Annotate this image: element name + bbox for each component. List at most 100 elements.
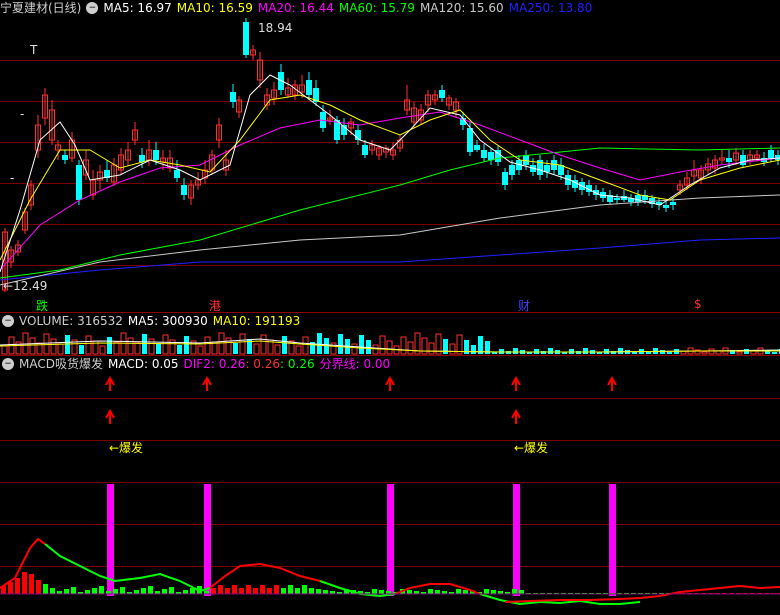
candle-body [740,155,746,165]
up-arrow-icon [607,375,617,391]
macd-histogram-bar [232,585,237,594]
macd-value-label: MACD: 0.05 [107,357,179,371]
candle-body [726,158,732,162]
volume-panel[interactable]: − VOLUME: 316532 MA5: 300930 MA10: 191193 [0,313,780,356]
candle-body [544,165,550,172]
macd-histogram-bar [141,588,146,594]
volume-bar [632,352,637,354]
volume-header: − VOLUME: 316532 MA5: 300930 MA10: 191193 [0,313,305,330]
up-arrow-icon [385,375,395,391]
volume-bar [43,333,50,355]
macd-histogram-bar [71,587,76,594]
up-arrow-icon [202,375,212,391]
volume-bar [379,335,386,355]
macd-histogram-bar [519,590,524,594]
macd-histogram-bar [22,572,27,594]
volume-bar [134,342,141,355]
macd-histogram-bar [246,585,251,594]
volume-bar [400,336,407,355]
volume-bar [156,344,161,354]
macd-histogram-bar [113,589,118,594]
macd-histogram-bar [428,589,433,594]
candle-body [775,155,780,160]
burst-label: ←爆发 [109,441,144,455]
macd-histogram-bar [211,588,216,594]
up-arrow-icon [511,408,521,424]
macd-histogram-bar [29,574,34,594]
burst-signal-bar [204,484,211,596]
macd-histogram-bar [134,590,139,594]
candle-body [181,185,187,195]
macd-histogram-bar [92,588,97,594]
volume-bar [569,349,574,354]
macd-histogram-bar [36,580,41,594]
volume-bar [282,336,287,354]
volume-bar [107,337,112,354]
ma5-label: MA5: 16.97 [103,1,172,15]
boundary-label: 分界线: 0.00 [319,357,391,371]
collapse-icon[interactable]: − [2,357,14,370]
volume-bar [736,351,743,355]
volume-bar [295,345,302,355]
macd-histogram-bar [316,589,321,594]
up-arrow-icon [105,408,115,424]
price-panel[interactable]: 宁夏建材(日线) − MA5: 16.97 MA10: 16.59 MA20: 16.4… [0,0,780,313]
macd-histogram-bar [379,590,384,594]
collapse-icon[interactable]: − [2,314,14,327]
dif2-label: DIF2: 0.26 [183,357,246,371]
volume-bar [583,348,588,354]
macd-indicator-name[interactable]: MACD吸货爆发 [19,357,103,371]
macd-histogram-bar [15,578,20,594]
candle-body [481,150,487,158]
ma250-label: MA250: 13.80 [508,1,593,15]
macd-histogram-bar [288,585,293,594]
volume-bar [660,350,665,354]
volume-label: VOLUME: 316532 [19,314,123,328]
t-mark: - [20,107,25,121]
volume-bar [99,345,106,355]
volume-bar [85,335,92,355]
price-chart-canvas[interactable] [0,0,780,313]
candle-body [153,150,159,160]
ma10-label: MA10: 16.59 [176,1,253,15]
macd-histogram-bar [99,586,104,594]
macd-histogram-bar [8,582,13,594]
volume-bar [29,337,36,355]
event-mark-die[interactable]: 跌 [36,297,48,313]
candle-body [174,170,180,178]
event-mark-dollar[interactable]: $ [694,297,702,311]
macd-histogram-bar [456,589,461,594]
candle-body [76,165,82,200]
macd-histogram-bar [463,590,468,594]
collapse-icon[interactable]: − [86,1,99,14]
macd-histogram-bar [85,590,90,594]
high-price-label: 18.94 [258,21,293,35]
volume-bar [148,338,155,355]
macd-histogram-bar [218,585,223,594]
volume-bar [57,343,64,355]
macd-chart-canvas[interactable] [0,356,780,615]
t-mark: - [10,171,15,185]
stock-title[interactable]: 宁夏建材(日线) [0,1,81,15]
burst-signal-bar [609,484,616,596]
candle-body [243,22,249,55]
macd-header: − MACD吸货爆发 MACD: 0.05 DIF2: 0.26: 0.26: 0.2… [0,356,395,373]
macd-histogram-bar [169,587,174,594]
burst-signal-bar [513,484,520,596]
volume-bar [359,335,364,354]
event-mark-gang[interactable]: 港 [209,297,221,313]
macd-histogram-bar [253,588,258,594]
candle-body [509,165,515,175]
volume-bar [338,334,343,354]
macd-histogram-bar [239,588,244,594]
event-mark-cai[interactable]: 财 [518,297,530,313]
volume-bar [708,348,715,355]
macd-histogram-bar [407,590,412,594]
macd-histogram-bar [162,589,167,594]
candle-body [139,155,145,162]
macd-panel[interactable]: − MACD吸货爆发 MACD: 0.05 DIF2: 0.26: 0.26: 0.2… [0,356,780,615]
candle-body [670,202,676,205]
volume-bar [471,345,476,354]
vol-ma10-label: MA10: 191193 [212,314,301,328]
volume-bar [204,336,211,355]
